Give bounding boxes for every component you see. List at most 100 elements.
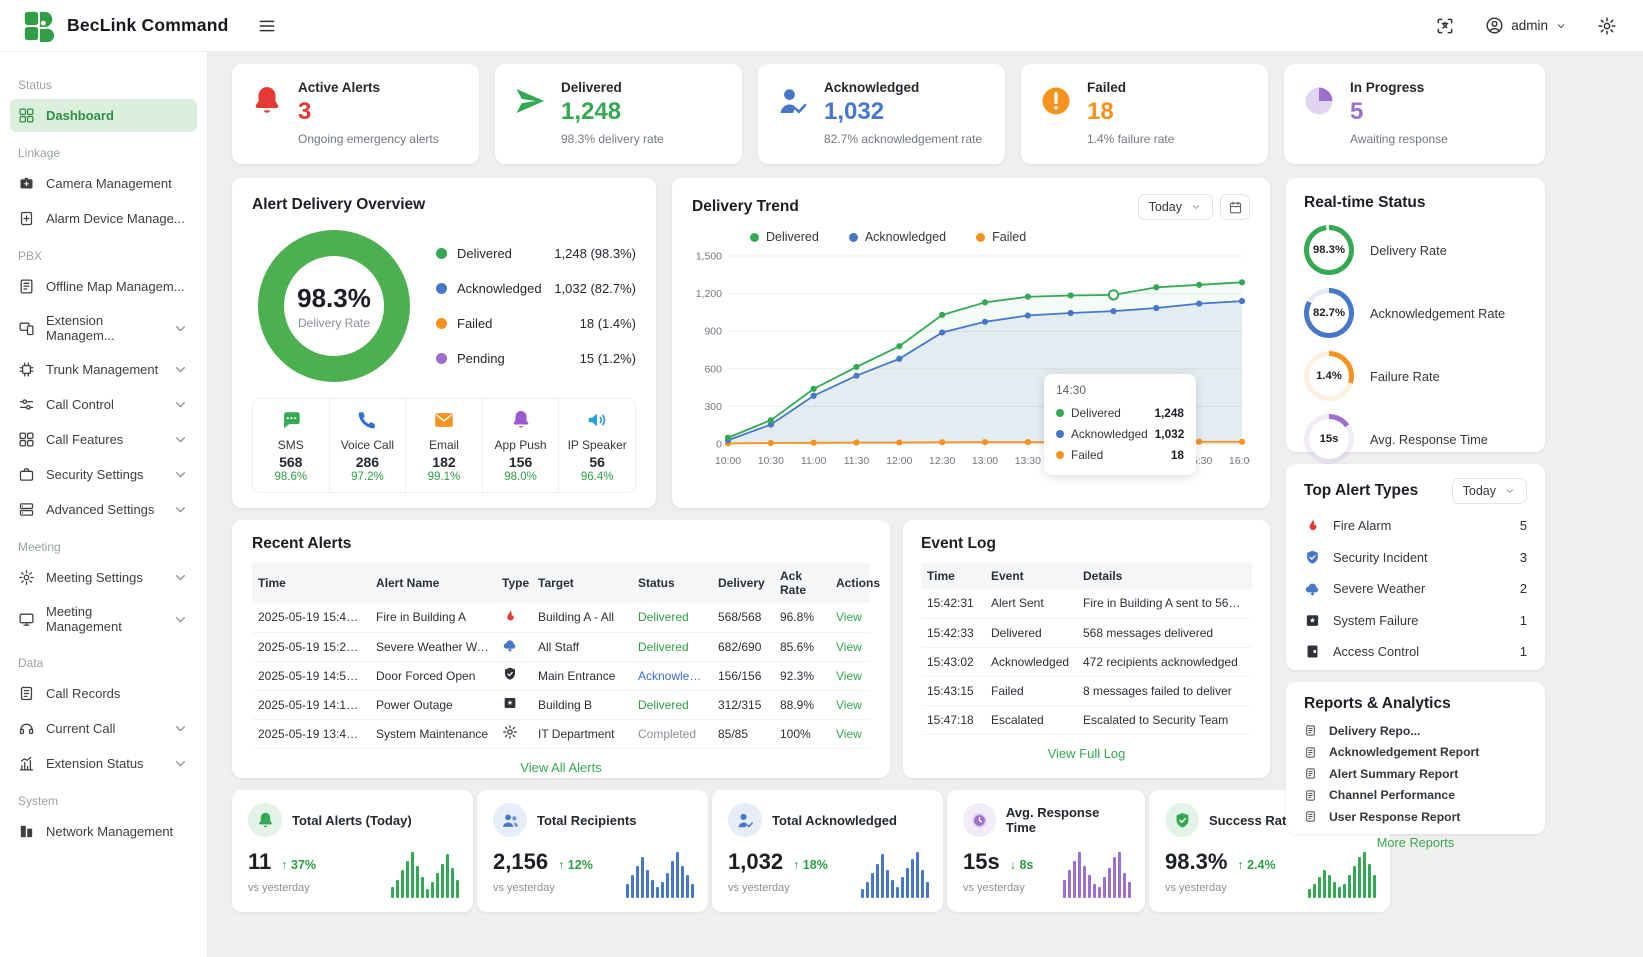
chevron-down-icon: [172, 611, 189, 628]
report-item[interactable]: User Response Report: [1304, 806, 1527, 828]
kpi-value: 2,156: [493, 849, 548, 875]
donut-legend-row: Delivered1,248 (98.3%): [436, 236, 636, 271]
mail-icon: [433, 409, 455, 431]
sidebar-item-call-control[interactable]: Call Control: [10, 388, 197, 421]
panel-title: Delivery Trend: [692, 198, 799, 216]
legend-dot-icon: [976, 233, 985, 242]
channel-value: 568: [257, 454, 325, 470]
channel-name: App Push: [487, 438, 555, 452]
legend-label: Acknowledged: [457, 281, 542, 296]
ring-value: 15s: [1309, 419, 1349, 459]
kpi-title: Avg. Response Time: [1006, 805, 1129, 835]
cell-time: 2025-05-19 15:28:17: [252, 632, 370, 661]
dashboard-icon: [18, 107, 35, 124]
stat-card-active-alerts: Active Alerts3Ongoing emergency alerts: [232, 64, 479, 164]
report-item[interactable]: Acknowledgement Report: [1304, 742, 1527, 764]
sidebar-item-offline-map-managem[interactable]: Offline Map Managem...: [10, 270, 197, 303]
user-menu[interactable]: admin: [1485, 16, 1567, 35]
sidebar-item-network-management[interactable]: Network Management: [10, 815, 197, 848]
kpi-card-total-recipients: Total Recipients2,156↑ 12%vs yesterday: [477, 790, 708, 912]
kpi-title: Total Alerts (Today): [292, 813, 412, 828]
spark-bar: [1308, 889, 1311, 898]
clock-icon: [970, 811, 989, 830]
translate-icon[interactable]: [1435, 16, 1455, 36]
legend-dot-icon: [436, 248, 447, 259]
sidebar-item-label: Advanced Settings: [46, 502, 154, 517]
view-full-log-link[interactable]: View Full Log: [921, 746, 1252, 761]
cell-target: Main Entrance: [532, 661, 632, 690]
report-item[interactable]: Delivery Repo...: [1304, 720, 1527, 742]
sidebar-item-extension-status[interactable]: Extension Status: [10, 747, 197, 780]
cell-time: 15:42:31: [921, 589, 985, 618]
spark-bar: [871, 873, 874, 898]
svg-text:10:30: 10:30: [758, 455, 784, 467]
sidebar-item-current-call[interactable]: Current Call: [10, 712, 197, 745]
cell-ack-rate: 100%: [774, 719, 830, 748]
svg-text:900: 900: [704, 326, 722, 338]
sidebar-item-advanced-settings[interactable]: Advanced Settings: [10, 493, 197, 526]
sidebar-item-extension-managem[interactable]: Extension Managem...: [10, 305, 197, 351]
tooltip-value: 18: [1171, 448, 1184, 462]
spark-bar: [396, 880, 399, 898]
spark-bar: [1328, 875, 1331, 898]
sidebar-item-camera-management[interactable]: Camera Management: [10, 167, 197, 200]
view-link[interactable]: View: [836, 669, 862, 683]
table-header-cell: Delivery: [712, 563, 774, 603]
realtime-label: Avg. Response Time: [1370, 432, 1488, 447]
table-row: 15:42:31Alert SentFire in Building A sen…: [921, 589, 1252, 618]
cell-actions: View: [830, 661, 870, 690]
sidebar-item-label: Extension Status: [46, 756, 144, 771]
alert-type-label: System Failure: [1333, 613, 1418, 628]
view-link[interactable]: View: [836, 698, 862, 712]
spark-bar: [1083, 866, 1086, 898]
cell-time: 15:43:02: [921, 647, 985, 676]
spark-bar: [391, 887, 394, 899]
donut-legend-row: Acknowledged1,032 (82.7%): [436, 271, 636, 306]
calendar-icon: [1228, 200, 1243, 215]
chart-icon: [18, 755, 35, 772]
sidebar-item-trunk-management[interactable]: Trunk Management: [10, 353, 197, 386]
view-all-alerts-link[interactable]: View All Alerts: [252, 760, 870, 775]
kpi-change: ↑ 18%: [793, 858, 828, 872]
sidebar-item-meeting-management[interactable]: Meeting Management: [10, 596, 197, 642]
alert-types-range-select[interactable]: Today: [1452, 478, 1527, 504]
svg-text:10:00: 10:00: [715, 455, 741, 467]
settings-gear-icon[interactable]: [1597, 16, 1617, 36]
report-item[interactable]: Channel Performance: [1304, 785, 1527, 807]
header-actions: admin: [1435, 16, 1617, 36]
phone-icon: [356, 409, 378, 431]
sidebar-item-dashboard[interactable]: Dashboard: [10, 99, 197, 132]
report-item[interactable]: Alert Summary Report: [1304, 763, 1527, 785]
sidebar-item-security-settings[interactable]: Security Settings: [10, 458, 197, 491]
view-link[interactable]: View: [836, 640, 862, 654]
cell-alert-name: System Maintenance: [370, 719, 496, 748]
stat-subtitle: 1.4% failure rate: [1087, 132, 1174, 146]
legend-label: Failed: [457, 316, 492, 331]
trend-range-select[interactable]: Today: [1138, 194, 1213, 220]
stat-value: 3: [298, 98, 439, 126]
tooltip-row: Failed18: [1056, 444, 1184, 465]
cell-ack-rate: 88.9%: [774, 690, 830, 719]
sidebar-section-label: Data: [18, 656, 189, 670]
kpi-title: Total Recipients: [537, 813, 636, 828]
stat-subtitle: Ongoing emergency alerts: [298, 132, 439, 146]
sidebar-item-call-features[interactable]: Call Features: [10, 423, 197, 456]
calendar-button[interactable]: [1220, 194, 1250, 220]
spark-bar: [1108, 868, 1111, 898]
channel-name: Voice Call: [334, 438, 402, 452]
table-row: 2025-05-19 15:42:31Fire in Building ABui…: [252, 603, 870, 632]
stat-card-body: Delivered1,24898.3% delivery rate: [561, 80, 664, 148]
view-link[interactable]: View: [836, 727, 862, 741]
more-reports-link[interactable]: More Reports: [1304, 835, 1527, 850]
hamburger-menu-icon[interactable]: [257, 16, 277, 36]
view-link[interactable]: View: [836, 610, 862, 624]
spark-bar: [1088, 875, 1091, 898]
trend-legend-label: Acknowledged: [865, 230, 946, 244]
sidebar-item-call-records[interactable]: Call Records: [10, 677, 197, 710]
sidebar-item-alarm-device-manage[interactable]: Alarm Device Manage...: [10, 202, 197, 235]
cell-time: 2025-05-19 15:42:31: [252, 603, 370, 632]
spark-bar: [1113, 857, 1116, 898]
cell-alert-name: Door Forced Open: [370, 661, 496, 690]
legend-dot-icon: [1056, 409, 1064, 417]
sidebar-item-meeting-settings[interactable]: Meeting Settings: [10, 561, 197, 594]
